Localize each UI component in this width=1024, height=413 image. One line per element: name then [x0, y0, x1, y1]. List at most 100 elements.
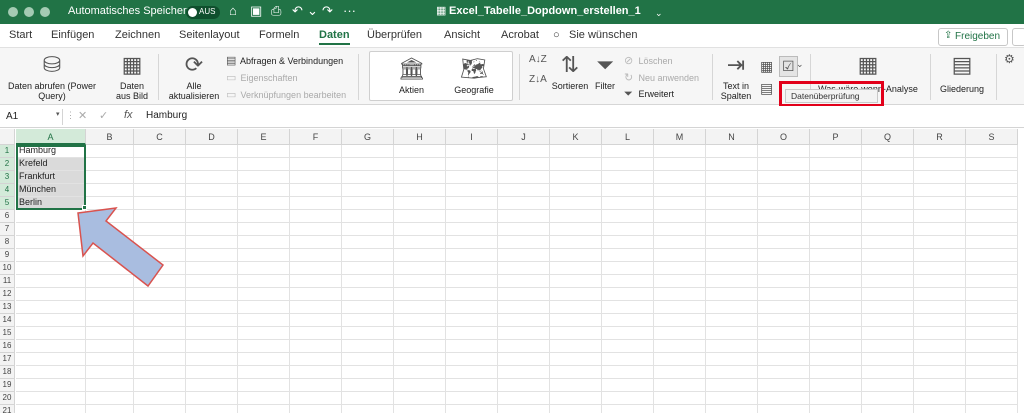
cell-g18[interactable] [342, 366, 394, 379]
cell-k18[interactable] [550, 366, 602, 379]
cell-k2[interactable] [550, 158, 602, 171]
cell-o14[interactable] [758, 314, 810, 327]
column-header-m[interactable]: M [654, 129, 706, 145]
cell-e12[interactable] [238, 288, 290, 301]
cell-a17[interactable] [16, 353, 86, 366]
cell-k4[interactable] [550, 184, 602, 197]
row-header-13[interactable]: 13 [0, 301, 15, 314]
cell-c15[interactable] [134, 327, 186, 340]
cell-q3[interactable] [862, 171, 914, 184]
cell-q19[interactable] [862, 379, 914, 392]
cell-s4[interactable] [966, 184, 1018, 197]
cell-q4[interactable] [862, 184, 914, 197]
cell-l5[interactable] [602, 197, 654, 210]
cell-m21[interactable] [654, 405, 706, 413]
cell-m20[interactable] [654, 392, 706, 405]
cell-p14[interactable] [810, 314, 862, 327]
row-header-5[interactable]: 5 [0, 197, 15, 210]
cell-k9[interactable] [550, 249, 602, 262]
data-from-picture-button[interactable]: ▦ Daten aus Bild [112, 52, 152, 101]
cell-h3[interactable] [394, 171, 446, 184]
row-header-15[interactable]: 15 [0, 327, 15, 340]
cell-o9[interactable] [758, 249, 810, 262]
column-header-i[interactable]: I [446, 129, 498, 145]
cell-e11[interactable] [238, 275, 290, 288]
cell-i19[interactable] [446, 379, 498, 392]
cell-f18[interactable] [290, 366, 342, 379]
cell-e21[interactable] [238, 405, 290, 413]
cell-k14[interactable] [550, 314, 602, 327]
cell-k21[interactable] [550, 405, 602, 413]
cell-l14[interactable] [602, 314, 654, 327]
cell-o16[interactable] [758, 340, 810, 353]
cell-a6[interactable] [16, 210, 86, 223]
cell-f12[interactable] [290, 288, 342, 301]
cell-j12[interactable] [498, 288, 550, 301]
cell-p11[interactable] [810, 275, 862, 288]
cell-c14[interactable] [134, 314, 186, 327]
cell-l4[interactable] [602, 184, 654, 197]
cell-a9[interactable] [16, 249, 86, 262]
cell-m9[interactable] [654, 249, 706, 262]
cell-c11[interactable] [134, 275, 186, 288]
cell-a2[interactable]: Krefeld [16, 158, 86, 171]
row-header-21[interactable]: 21 [0, 405, 15, 413]
clear-filter-button[interactable]: ⊘ Löschen [624, 54, 673, 67]
row-header-14[interactable]: 14 [0, 314, 15, 327]
cell-n10[interactable] [706, 262, 758, 275]
cell-c20[interactable] [134, 392, 186, 405]
cell-f21[interactable] [290, 405, 342, 413]
cell-r6[interactable] [914, 210, 966, 223]
undo-dropdown-icon[interactable]: ⌄ [307, 3, 318, 19]
cell-m19[interactable] [654, 379, 706, 392]
cell-o7[interactable] [758, 223, 810, 236]
cell-r1[interactable] [914, 145, 966, 158]
cell-g15[interactable] [342, 327, 394, 340]
cell-d20[interactable] [186, 392, 238, 405]
cell-g16[interactable] [342, 340, 394, 353]
cell-q2[interactable] [862, 158, 914, 171]
cell-j7[interactable] [498, 223, 550, 236]
cell-q18[interactable] [862, 366, 914, 379]
cell-m1[interactable] [654, 145, 706, 158]
cell-i18[interactable] [446, 366, 498, 379]
cell-h13[interactable] [394, 301, 446, 314]
cell-b1[interactable] [86, 145, 134, 158]
cell-c10[interactable] [134, 262, 186, 275]
row-header-2[interactable]: 2 [0, 158, 15, 171]
cell-h8[interactable] [394, 236, 446, 249]
cell-o1[interactable] [758, 145, 810, 158]
cell-e9[interactable] [238, 249, 290, 262]
cell-h7[interactable] [394, 223, 446, 236]
cell-d15[interactable] [186, 327, 238, 340]
cell-d7[interactable] [186, 223, 238, 236]
cell-s21[interactable] [966, 405, 1018, 413]
cell-p2[interactable] [810, 158, 862, 171]
cell-b8[interactable] [86, 236, 134, 249]
cell-g21[interactable] [342, 405, 394, 413]
cell-b18[interactable] [86, 366, 134, 379]
cell-h17[interactable] [394, 353, 446, 366]
cell-q14[interactable] [862, 314, 914, 327]
cell-f6[interactable] [290, 210, 342, 223]
sort-az-icon[interactable]: A↓Z [529, 54, 547, 65]
cell-l21[interactable] [602, 405, 654, 413]
share-button[interactable]: ⇪ Freigeben [938, 28, 1008, 46]
cell-c19[interactable] [134, 379, 186, 392]
advanced-filter-button[interactable]: ⏷ Erweitert [624, 88, 674, 101]
column-header-o[interactable]: O [758, 129, 810, 145]
cell-j19[interactable] [498, 379, 550, 392]
cell-f16[interactable] [290, 340, 342, 353]
row-header-18[interactable]: 18 [0, 366, 15, 379]
cell-e2[interactable] [238, 158, 290, 171]
cell-b6[interactable] [86, 210, 134, 223]
cell-e3[interactable] [238, 171, 290, 184]
cell-f9[interactable] [290, 249, 342, 262]
cell-a10[interactable] [16, 262, 86, 275]
select-all-corner[interactable] [0, 129, 15, 145]
cell-j13[interactable] [498, 301, 550, 314]
cell-h12[interactable] [394, 288, 446, 301]
cell-l10[interactable] [602, 262, 654, 275]
cell-n21[interactable] [706, 405, 758, 413]
cell-d4[interactable] [186, 184, 238, 197]
